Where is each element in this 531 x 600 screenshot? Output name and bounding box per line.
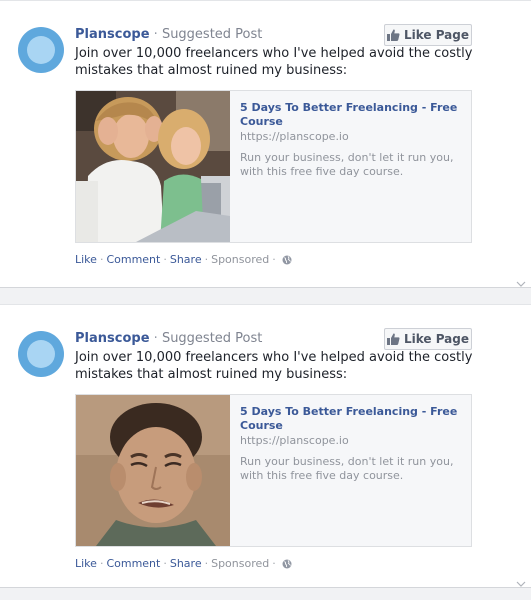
suggested-post: Planscope · Suggested Post Like Page Joi… xyxy=(0,304,531,588)
chevron-down-icon[interactable] xyxy=(515,280,527,288)
link-preview-card[interactable]: 5 Days To Better Freelancing - Free Cour… xyxy=(75,90,472,243)
link-preview-card[interactable]: 5 Days To Better Freelancing - Free Cour… xyxy=(75,394,472,547)
like-page-button[interactable]: Like Page xyxy=(384,328,472,350)
like-page-label: Like Page xyxy=(403,28,470,42)
action-separator: · xyxy=(272,253,276,266)
link-preview-image[interactable] xyxy=(76,91,230,242)
comment-link[interactable]: Comment xyxy=(106,253,160,266)
post-type-label: Suggested Post xyxy=(161,27,263,42)
comment-link[interactable]: Comment xyxy=(106,557,160,570)
post-header: Planscope · Suggested Post xyxy=(75,331,262,347)
chevron-down-icon[interactable] xyxy=(515,580,527,588)
page-name-link[interactable]: Planscope xyxy=(75,331,150,346)
share-link[interactable]: Share xyxy=(170,253,202,266)
action-separator: · xyxy=(163,557,167,570)
action-separator: · xyxy=(163,253,167,266)
link-domain: https://planscope.io xyxy=(240,434,349,447)
post-actions: Like · Comment · Share · Sponsored · xyxy=(75,253,292,266)
globe-icon[interactable] xyxy=(282,255,292,265)
action-separator: · xyxy=(99,253,104,266)
suggested-post: Planscope · Suggested Post Like Page Joi… xyxy=(0,0,531,288)
action-separator: · xyxy=(204,557,209,570)
sponsored-label: Sponsored xyxy=(211,557,270,570)
header-separator: · xyxy=(153,331,158,346)
post-text: Join over 10,000 freelancers who I've he… xyxy=(75,350,473,382)
like-link[interactable]: Like xyxy=(75,557,97,570)
globe-icon[interactable] xyxy=(282,559,292,569)
action-separator: · xyxy=(99,557,104,570)
like-page-label: Like Page xyxy=(403,332,470,346)
link-title[interactable]: 5 Days To Better Freelancing - Free Cour… xyxy=(240,405,462,433)
thumbs-up-icon xyxy=(386,29,400,41)
post-header: Planscope · Suggested Post xyxy=(75,27,262,43)
link-description: Run your business, don't let it run you,… xyxy=(240,455,454,482)
like-link[interactable]: Like xyxy=(75,253,97,266)
post-actions: Like · Comment · Share · Sponsored · xyxy=(75,557,292,570)
action-separator: · xyxy=(272,557,276,570)
post-type-label: Suggested Post xyxy=(161,331,263,346)
thumbs-up-icon xyxy=(386,333,400,345)
page-name-link[interactable]: Planscope xyxy=(75,27,150,42)
post-text: Join over 10,000 freelancers who I've he… xyxy=(75,46,473,78)
action-separator: · xyxy=(204,253,209,266)
like-page-button[interactable]: Like Page xyxy=(384,24,472,46)
header-separator: · xyxy=(153,27,158,42)
link-preview-body: 5 Days To Better Freelancing - Free Cour… xyxy=(240,405,462,483)
link-domain: https://planscope.io xyxy=(240,130,349,143)
link-preview-body: 5 Days To Better Freelancing - Free Cour… xyxy=(240,101,462,179)
share-link[interactable]: Share xyxy=(170,557,202,570)
link-preview-image[interactable] xyxy=(76,395,230,546)
planscope-avatar[interactable] xyxy=(18,331,64,377)
sponsored-label: Sponsored xyxy=(211,253,270,266)
link-title[interactable]: 5 Days To Better Freelancing - Free Cour… xyxy=(240,101,462,129)
planscope-avatar[interactable] xyxy=(18,27,64,73)
link-description: Run your business, don't let it run you,… xyxy=(240,151,454,178)
grimacing-man-photo xyxy=(76,395,230,546)
stressed-women-photo xyxy=(76,91,230,242)
